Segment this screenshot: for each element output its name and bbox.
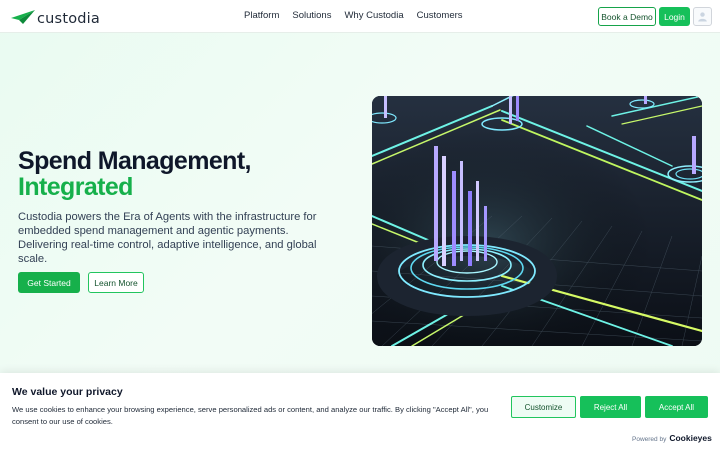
user-avatar-icon [698, 12, 707, 22]
nav-customers[interactable]: Customers [417, 9, 463, 23]
get-started-button[interactable]: Get Started [18, 272, 80, 293]
logo[interactable]: custodia [10, 7, 100, 27]
login-button[interactable]: Login [659, 7, 690, 26]
powered-by-label: Powered by [632, 436, 667, 443]
learn-more-button[interactable]: Learn More [88, 272, 144, 293]
cookie-title: We value your privacy [12, 386, 123, 398]
hero-description: Custodia powers the Era of Agents with t… [18, 211, 317, 265]
nav-why-custodia[interactable]: Why Custodia [344, 9, 403, 23]
hero-illustration [372, 96, 702, 346]
powered-by[interactable]: Powered by Cookieyes [632, 433, 712, 443]
cookieyes-brand: Cookieyes [669, 433, 712, 443]
nav-platform[interactable]: Platform [244, 9, 279, 23]
cookie-description: We use cookies to enhance your browsing … [12, 405, 489, 426]
accept-all-button[interactable]: Accept All [645, 396, 708, 418]
book-demo-button[interactable]: Book a Demo [598, 7, 656, 26]
logo-text: custodia [37, 10, 100, 27]
headline-line-2: Integrated [18, 173, 133, 201]
main-nav: Platform Solutions Why Custodia Customer… [244, 9, 476, 23]
paper-plane-logo-icon [11, 10, 35, 24]
headline-line-1: Spend Management, [18, 147, 252, 175]
user-menu-button[interactable] [693, 7, 712, 26]
site-header: custodia Platform Solutions Why Custodia… [0, 0, 720, 33]
reject-all-button[interactable]: Reject All [580, 396, 641, 418]
hero-headline: Spend Management, Integrated [18, 147, 252, 201]
cookie-consent-banner: We value your privacy We use cookies to … [0, 373, 720, 450]
nav-solutions[interactable]: Solutions [292, 9, 331, 23]
customize-button[interactable]: Customize [511, 396, 576, 418]
